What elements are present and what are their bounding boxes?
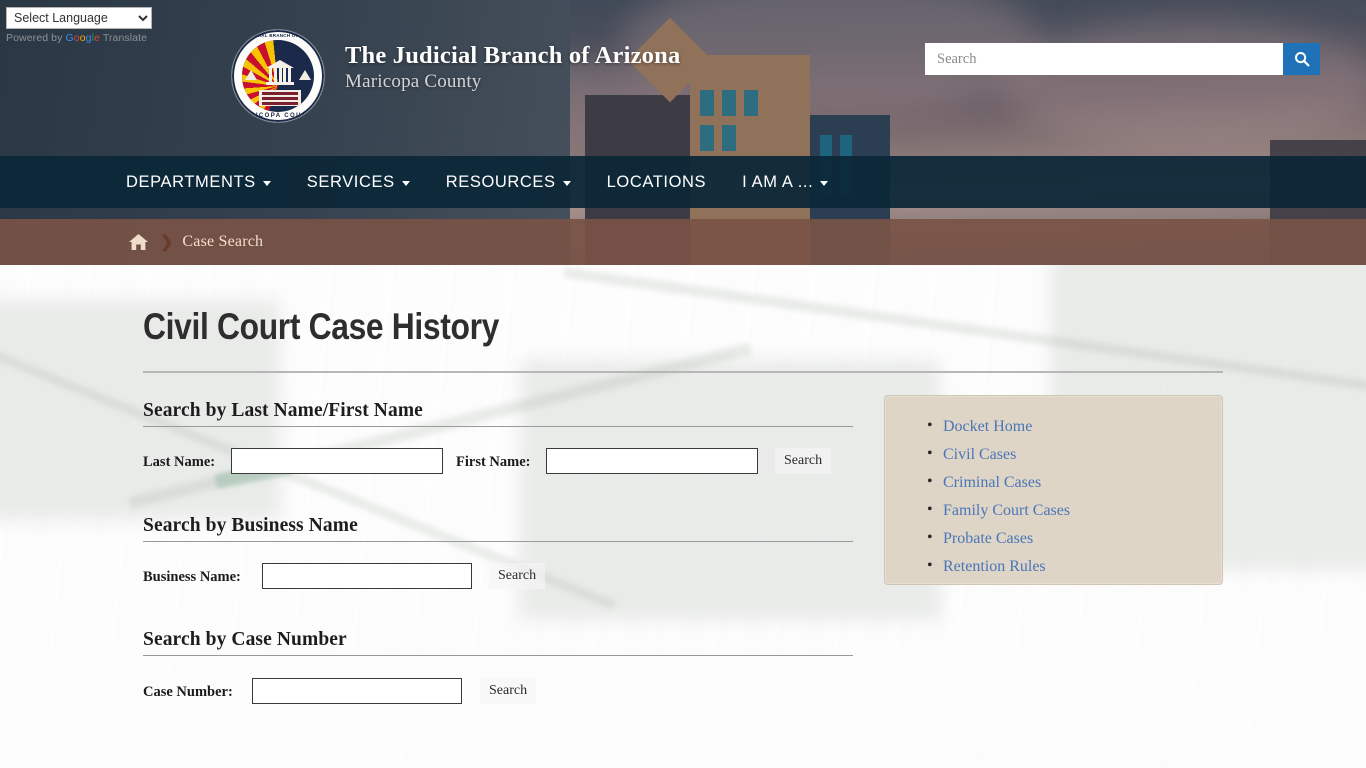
nav-label: I AM A ... <box>742 172 814 191</box>
site-subtitle: Maricopa County <box>345 71 482 92</box>
search-icon <box>1294 52 1309 67</box>
case-number-input[interactable] <box>252 678 462 704</box>
google-translate-widget[interactable]: Select Language Powered by Google Transl… <box>6 7 152 44</box>
list-item[interactable]: Docket Home <box>927 417 1222 436</box>
title-divider <box>143 371 1223 373</box>
business-name-label: Business Name: <box>143 569 241 585</box>
window <box>722 125 736 151</box>
seal-top-text: THE JUDICIAL BRANCH OF ARIZONA <box>233 33 323 38</box>
section-heading-business-search: Search by Business Name <box>143 515 358 536</box>
court-seal-logo[interactable]: THE JUDICIAL BRANCH OF ARIZONA MARICOPA … <box>232 30 324 122</box>
breadcrumb-current: Case Search <box>182 233 264 250</box>
section-heading-name-search: Search by Last Name/First Name <box>143 400 423 421</box>
related-links-list: Docket Home Civil Cases Criminal Cases F… <box>927 417 1222 576</box>
list-item[interactable]: Probate Cases <box>927 529 1222 548</box>
seal-inner <box>242 40 314 112</box>
google-logo-g: G <box>65 32 74 44</box>
search-input[interactable] <box>925 43 1283 75</box>
nav-item-locations[interactable]: LOCATIONS <box>607 173 707 192</box>
case-number-label: Case Number: <box>143 684 233 700</box>
search-button[interactable] <box>1283 43 1320 75</box>
list-item[interactable]: Retention Rules <box>927 557 1222 576</box>
chevron-down-icon <box>820 180 829 186</box>
related-links-panel: Docket Home Civil Cases Criminal Cases F… <box>884 395 1223 585</box>
window <box>722 90 736 116</box>
cloud <box>1000 20 1366 150</box>
courthouse-roof <box>266 60 294 68</box>
sidebar-link-docket-home[interactable]: Docket Home <box>943 418 1032 435</box>
case-number-search-button[interactable]: Search <box>480 678 537 704</box>
sidebar-link-civil-cases[interactable]: Civil Cases <box>943 446 1016 463</box>
section-divider <box>143 541 853 542</box>
seal-banner-text <box>259 90 301 106</box>
sidebar-link-probate-cases[interactable]: Probate Cases <box>943 530 1033 547</box>
main-content: Civil Court Case History Search by Last … <box>0 265 1366 768</box>
chevron-down-icon <box>562 180 571 186</box>
sidebar-link-retention-rules[interactable]: Retention Rules <box>943 558 1046 575</box>
last-name-input[interactable] <box>231 448 443 474</box>
nav-item-i-am-a[interactable]: I AM A ... <box>742 172 829 192</box>
courthouse-icon <box>266 60 294 86</box>
nav-label: DEPARTMENTS <box>126 172 256 191</box>
chevron-down-icon <box>401 180 410 186</box>
nav-item-resources[interactable]: RESOURCES <box>446 173 571 192</box>
powered-by-text: Powered by <box>6 32 66 44</box>
home-icon[interactable] <box>128 233 149 251</box>
name-search-button[interactable]: Search <box>775 448 832 474</box>
sidebar-link-family-court-cases[interactable]: Family Court Cases <box>943 502 1070 519</box>
courthouse-base <box>266 82 294 85</box>
section-divider <box>143 655 853 656</box>
list-item[interactable]: Civil Cases <box>927 445 1222 464</box>
business-search-button[interactable]: Search <box>489 563 546 589</box>
first-name-label: First Name: <box>456 454 531 470</box>
nav-item-services[interactable]: SERVICES <box>307 173 410 192</box>
site-title: The Judicial Branch of Arizona <box>345 42 681 69</box>
list-item[interactable]: Criminal Cases <box>927 473 1222 492</box>
language-select[interactable]: Select Language <box>6 7 152 29</box>
list-item[interactable]: Family Court Cases <box>927 501 1222 520</box>
section-heading-case-number-search: Search by Case Number <box>143 629 347 650</box>
window <box>700 90 714 116</box>
window <box>700 125 714 151</box>
business-name-input[interactable] <box>262 563 472 589</box>
first-name-input[interactable] <box>546 448 758 474</box>
breadcrumb: ❯ Case Search <box>0 219 1366 265</box>
nav-label: SERVICES <box>306 172 395 191</box>
translate-word: Translate <box>100 32 148 44</box>
nav-label: LOCATIONS <box>606 172 707 191</box>
last-name-label: Last Name: <box>143 454 216 470</box>
header-search <box>925 43 1320 75</box>
chevron-down-icon <box>262 180 271 186</box>
nav-label: RESOURCES <box>445 172 556 191</box>
breadcrumb-separator: ❯ <box>160 234 174 251</box>
nav-item-departments[interactable]: DEPARTMENTS <box>126 173 271 192</box>
page-title: Civil Court Case History <box>143 306 499 347</box>
sidebar-link-criminal-cases[interactable]: Criminal Cases <box>943 474 1041 491</box>
seal-bottom-text: MARICOPA COUNTY <box>238 113 318 119</box>
courthouse-columns <box>269 68 291 82</box>
window <box>744 90 758 116</box>
section-divider <box>143 426 853 427</box>
powered-by-google-translate: Powered by Google Translate <box>6 32 152 44</box>
main-navigation: DEPARTMENTS SERVICES RESOURCES LOCATIONS… <box>0 156 1366 208</box>
